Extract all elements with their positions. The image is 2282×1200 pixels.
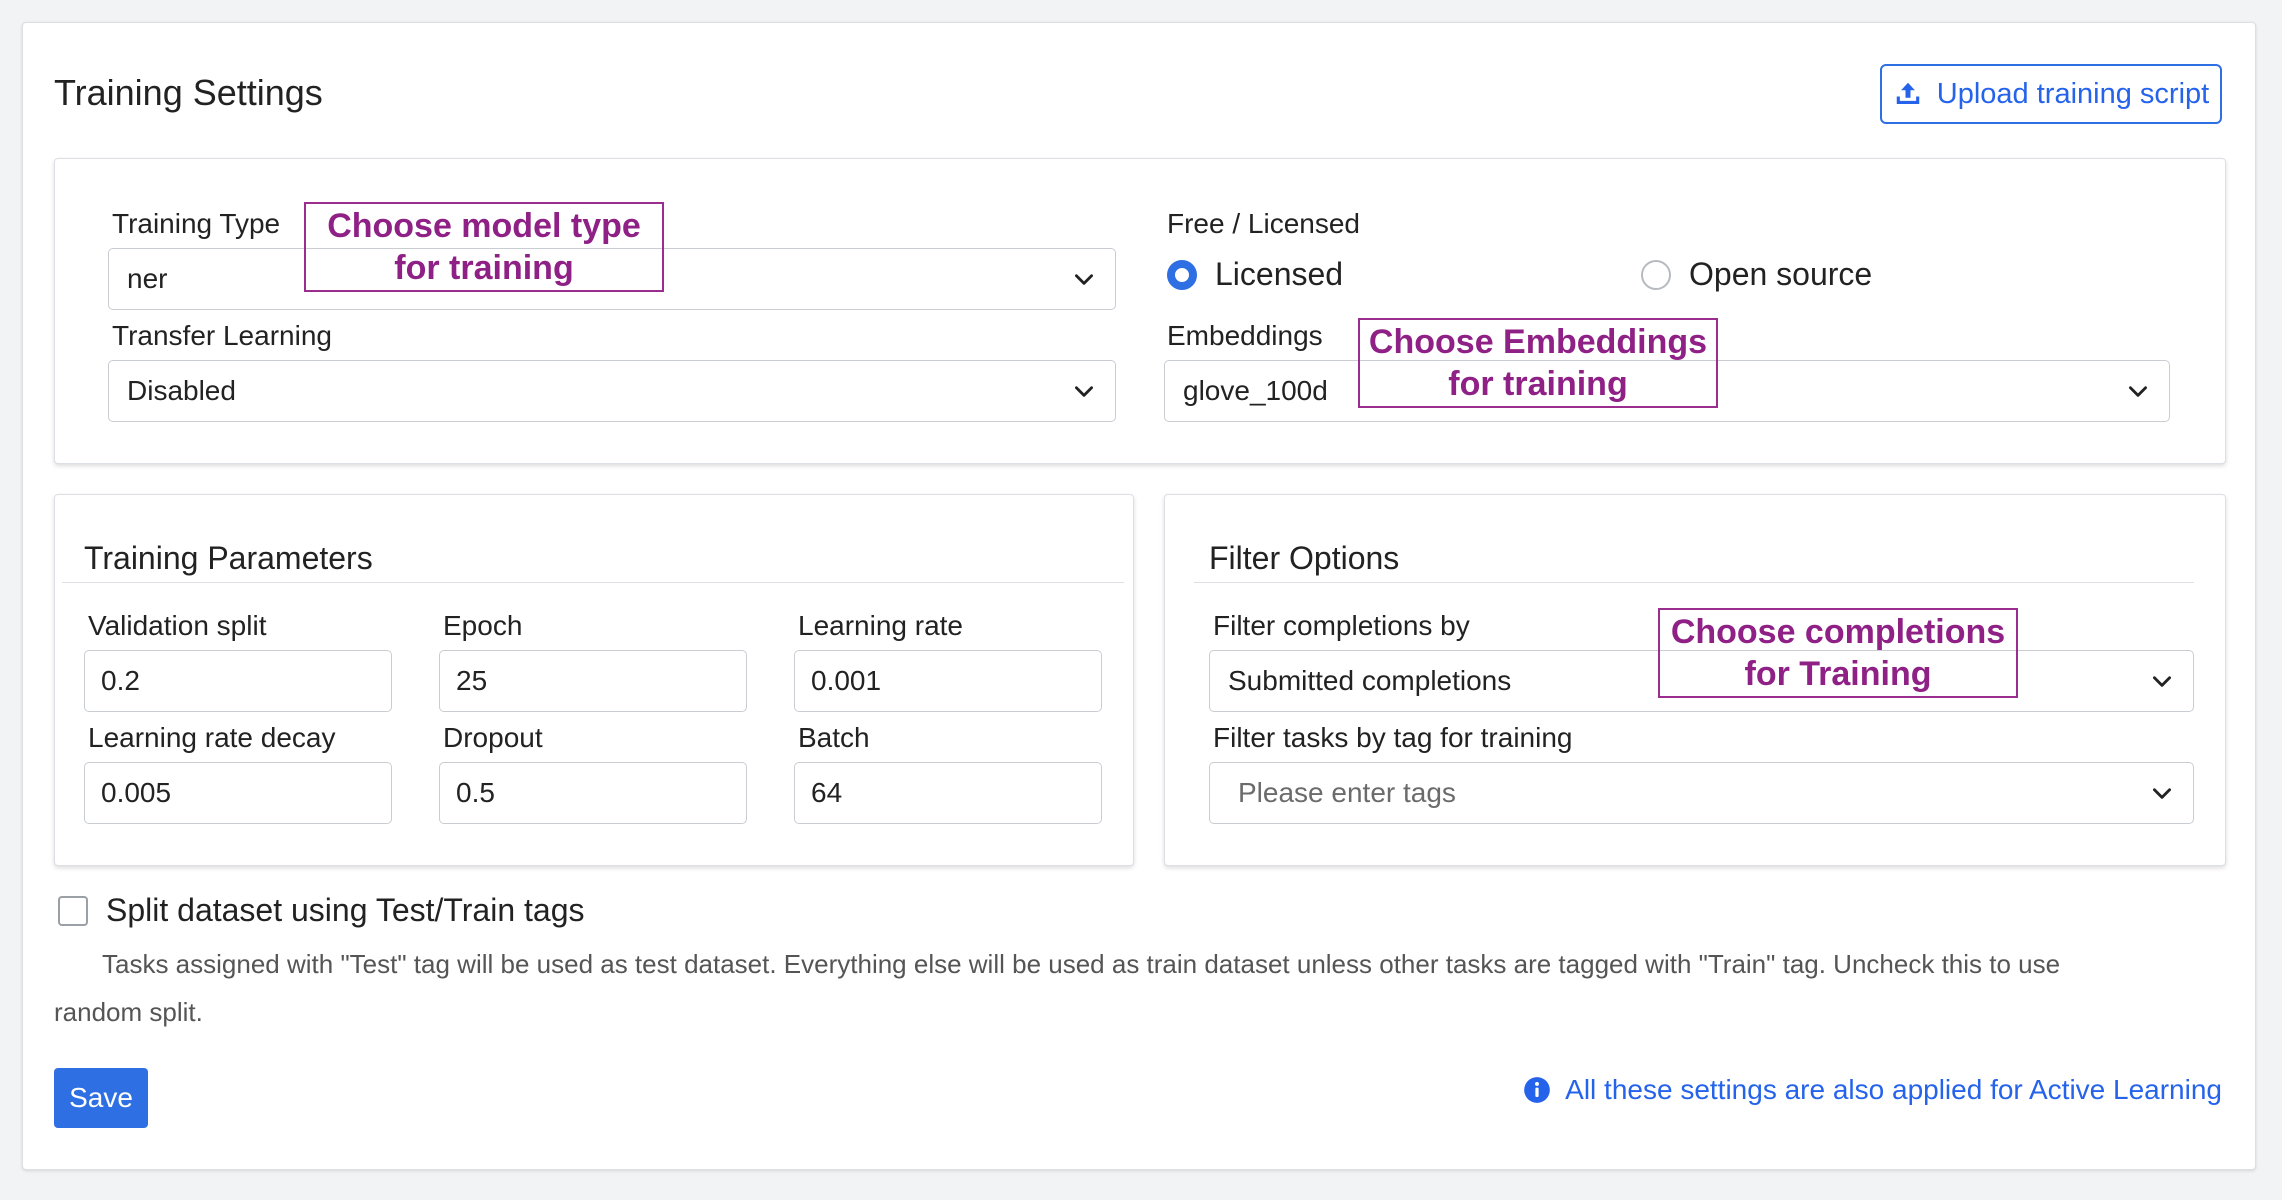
transfer-learning-select[interactable]: Disabled <box>108 360 1116 422</box>
annotation-embeddings-line2: for training <box>1448 365 1628 403</box>
transfer-learning-label: Transfer Learning <box>112 320 332 351</box>
filter-tags-select[interactable]: Please enter tags <box>1209 762 2194 824</box>
validation-split-input[interactable]: 0.2 <box>84 650 392 712</box>
chevron-down-icon <box>1075 386 1093 397</box>
annotation-completions: Choose completions for Training <box>1658 608 2018 698</box>
radio-selected-indicator[interactable] <box>1167 259 1197 290</box>
split-dataset-option[interactable]: Split dataset using Test/Train tags <box>58 892 584 929</box>
radio-unselected-indicator[interactable] <box>1641 259 1671 290</box>
license-label: Free / Licensed <box>1167 208 1360 239</box>
active-learning-note-text: All these settings are also applied for … <box>1565 1074 2222 1105</box>
training-type-label: Training Type <box>112 208 281 239</box>
dropout-label: Dropout <box>443 722 543 753</box>
transfer-learning-value: Disabled <box>127 375 236 406</box>
radio-licensed-label: Licensed <box>1215 256 1344 292</box>
chevron-down-icon <box>2153 788 2171 799</box>
info-icon <box>1524 1077 1550 1103</box>
learning-rate-input[interactable]: 0.001 <box>794 650 1102 712</box>
chevron-down-icon <box>1075 274 1093 285</box>
upload-icon <box>1896 82 1920 104</box>
learning-rate-decay-value: 0.005 <box>101 777 172 808</box>
filter-completions-value: Submitted completions <box>1228 665 1512 696</box>
split-dataset-help-line2: random split. <box>54 997 203 1027</box>
batch-input[interactable]: 64 <box>794 762 1102 824</box>
save-button[interactable]: Save <box>54 1068 148 1128</box>
annotation-model-type: Choose model type for training <box>304 202 664 292</box>
annotation-embeddings-line1: Choose Embeddings <box>1368 323 1708 361</box>
annotation-embeddings: Choose Embeddings for training <box>1358 318 1718 408</box>
filter-options-divider <box>1194 582 2194 583</box>
training-parameters-title: Training Parameters <box>84 540 373 576</box>
learning-rate-decay-label: Learning rate decay <box>88 722 336 753</box>
radio-open-source[interactable]: Open source <box>1641 256 1872 293</box>
upload-training-script-button[interactable]: Upload training script <box>1880 64 2222 124</box>
annotation-model-type-line2: for training <box>394 249 574 287</box>
epoch-input[interactable]: 25 <box>439 650 747 712</box>
training-type-value: ner <box>127 263 168 294</box>
split-dataset-checkbox[interactable] <box>58 895 88 926</box>
split-dataset-help-line1: Tasks assigned with "Test" tag will be u… <box>102 949 2061 979</box>
upload-button-label: Upload training script <box>1936 77 2210 110</box>
filter-tags-label: Filter tasks by tag for training <box>1213 722 1573 753</box>
split-dataset-help: Tasks assigned with "Test" tag will be u… <box>54 940 2204 1036</box>
radio-open-source-label: Open source <box>1689 256 1873 292</box>
filter-completions-label: Filter completions by <box>1213 610 1470 641</box>
dropout-input[interactable]: 0.5 <box>439 762 747 824</box>
annotation-completions-line1: Choose completions <box>1670 613 2006 651</box>
training-parameters-divider <box>62 582 1124 583</box>
epoch-value: 25 <box>456 665 488 696</box>
dropout-value: 0.5 <box>456 777 495 808</box>
embeddings-label: Embeddings <box>1167 320 1323 351</box>
split-dataset-label: Split dataset using Test/Train tags <box>106 892 585 928</box>
page-title: Training Settings <box>54 72 323 113</box>
learning-rate-value: 0.001 <box>811 665 882 696</box>
annotation-model-type-line1: Choose model type <box>327 207 641 245</box>
chevron-down-icon <box>2153 676 2171 687</box>
active-learning-note: All these settings are also applied for … <box>1523 1074 2222 1106</box>
validation-split-label: Validation split <box>88 610 267 641</box>
filter-options-title: Filter Options <box>1209 540 1400 576</box>
chevron-down-icon <box>2129 386 2147 397</box>
annotation-completions-line2: for Training <box>1744 655 1932 693</box>
validation-split-value: 0.2 <box>101 665 140 696</box>
learning-rate-label: Learning rate <box>798 610 964 641</box>
batch-value: 64 <box>811 777 843 808</box>
embeddings-value: glove_100d <box>1183 375 1328 406</box>
filter-tags-placeholder: Please enter tags <box>1238 777 1456 808</box>
epoch-label: Epoch <box>443 610 523 641</box>
batch-label: Batch <box>798 722 870 753</box>
radio-licensed[interactable]: Licensed <box>1167 256 1343 293</box>
learning-rate-decay-input[interactable]: 0.005 <box>84 762 392 824</box>
